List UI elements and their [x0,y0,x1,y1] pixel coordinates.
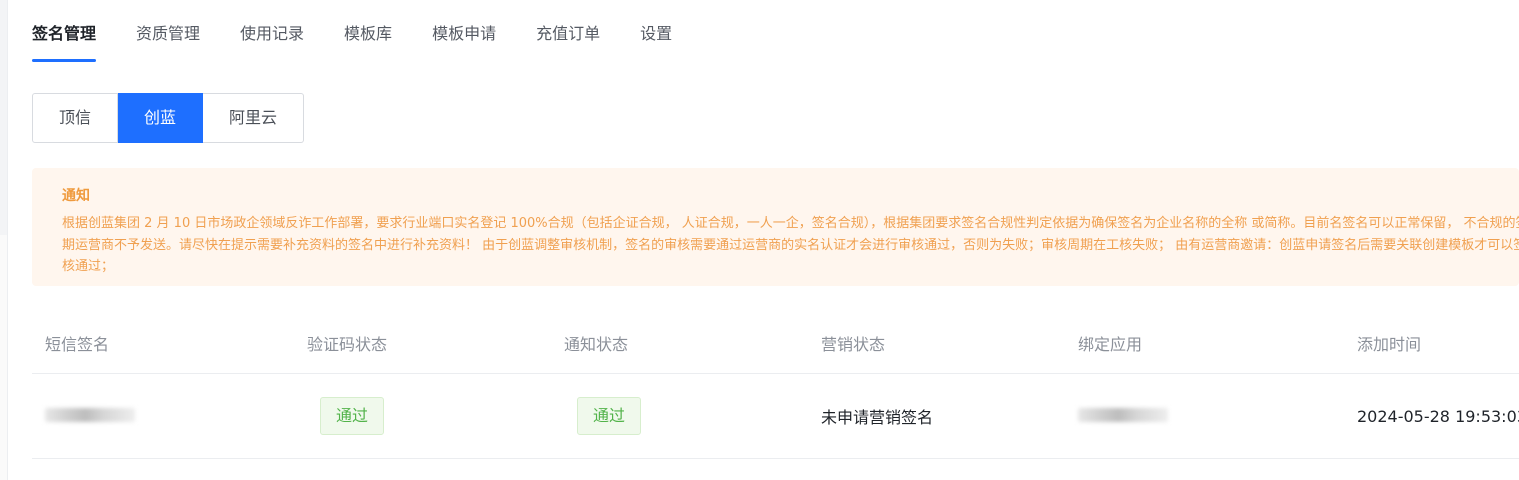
tab-signature-management[interactable]: 签名管理 [32,0,97,62]
provider-button-chuanglan[interactable]: 创蓝 [118,93,204,143]
tab-recharge-orders[interactable]: 充值订单 [536,0,600,62]
table-row[interactable]: 通过 通过 未申请营销签名 2024-05-28 19:53:03 [32,374,1519,459]
header-bound-app: 绑定应用 [1078,334,1143,354]
tab-settings[interactable]: 设置 [640,0,672,62]
status-badge: 通过 [577,397,642,435]
notice-title: 通知 [62,188,90,204]
tab-qualification-management[interactable]: 资质管理 [136,0,200,62]
tab-template-library[interactable]: 模板库 [344,0,392,62]
header-added-time: 添加时间 [1357,334,1422,354]
top-tabs: 签名管理 资质管理 使用记录 模板库 模板申请 充值订单 设置 [32,0,712,62]
signature-table: 短信签名 验证码状态 通知状态 营销状态 绑定应用 添加时间 通过 通过 未申请… [32,312,1519,459]
cell-notify-status: 通过 [551,397,808,435]
cell-added-time: 2024-05-28 19:53:03 [1357,406,1519,426]
redacted-app [1078,407,1168,422]
tab-template-application[interactable]: 模板申请 [432,0,496,62]
provider-switcher: 顶信 创蓝 阿里云 [32,93,305,143]
header-sms-signature: 短信签名 [45,334,110,354]
header-verify-status: 验证码状态 [307,334,388,354]
redacted-signature [45,407,135,422]
cell-sms-signature [32,407,294,426]
status-badge: 通过 [320,397,385,435]
tab-usage-records[interactable]: 使用记录 [240,0,304,62]
provider-button-aliyun[interactable]: 阿里云 [203,93,305,143]
left-edge-panel-lower [0,235,7,480]
header-marketing-status: 营销状态 [821,334,886,354]
provider-button-dingxin[interactable]: 顶信 [32,93,119,143]
table-header: 短信签名 验证码状态 通知状态 营销状态 绑定应用 添加时间 [32,312,1519,374]
cell-verify-status: 通过 [294,397,551,435]
main-content: 签名管理 资质管理 使用记录 模板库 模板申请 充值订单 设置 顶信 创蓝 阿里… [32,0,1519,480]
notice-text: 根据创蓝集团 2 月 10 日市场政企领域反诈工作部署，要求行业端口实名登记 1… [62,216,1519,274]
cell-bound-app [1065,407,1322,426]
header-notify-status: 通知状态 [564,334,629,354]
notice-banner: 通知 根据创蓝集团 2 月 10 日市场政企领域反诈工作部署，要求行业端口实名登… [32,168,1519,286]
cell-marketing-status: 未申请营销签名 [821,408,934,427]
